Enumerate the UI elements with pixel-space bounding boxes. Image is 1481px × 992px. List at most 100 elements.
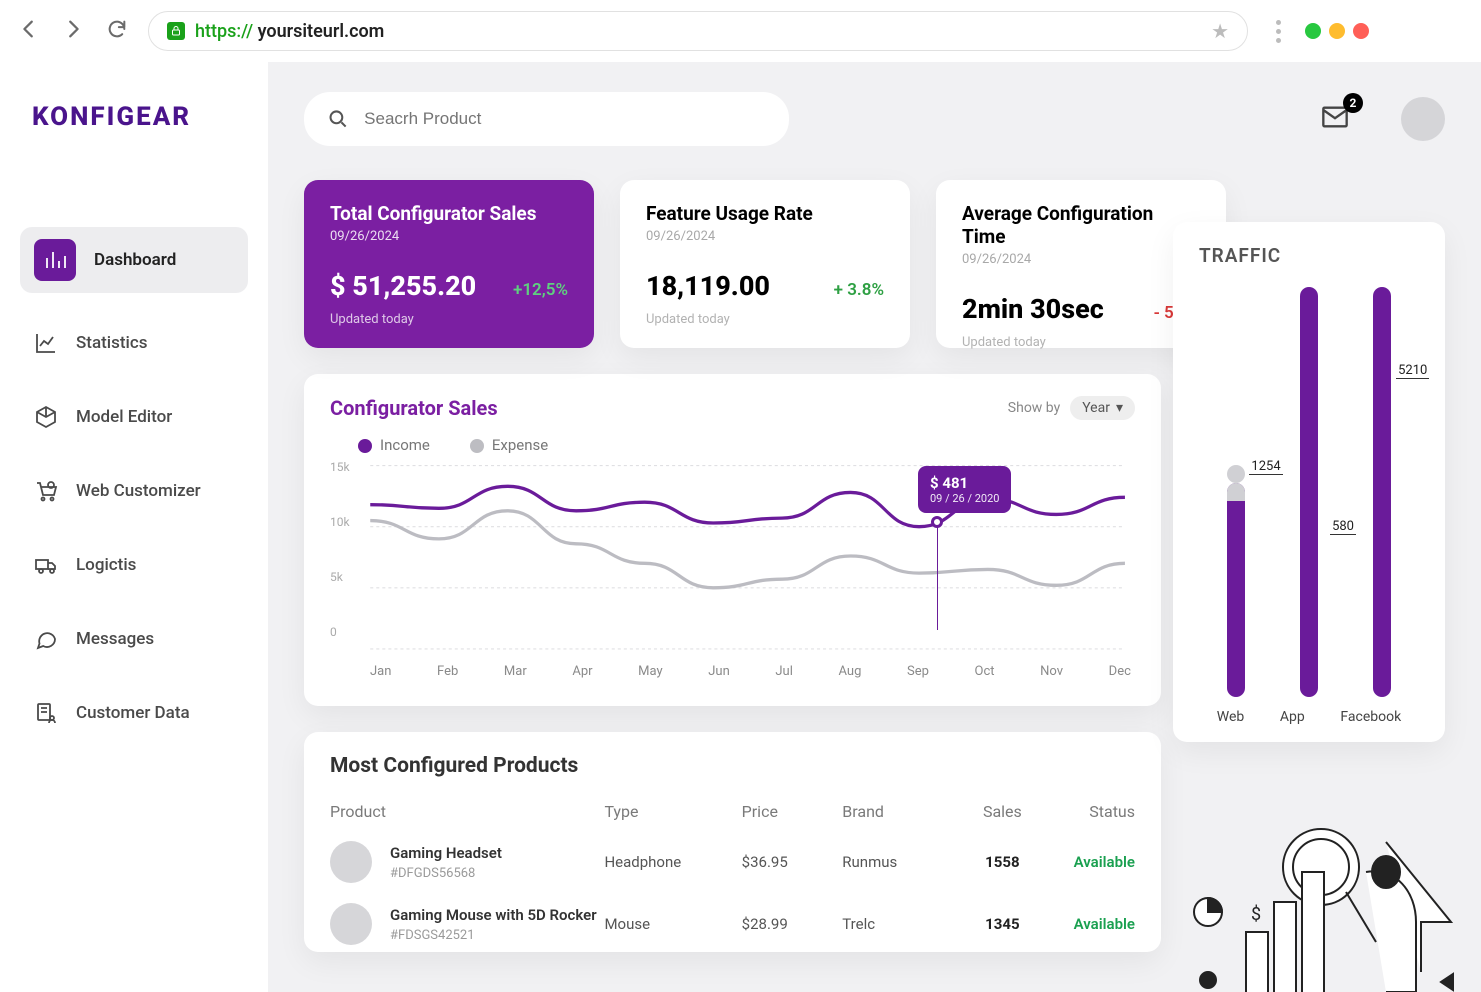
product-sku: #FDSGS42521 [390, 928, 597, 943]
chart-point-icon [931, 516, 943, 528]
sidebar-item-customer-data[interactable]: Customer Data [20, 689, 248, 737]
kpi-total-sales[interactable]: Total Configurator Sales 09/26/2024 $ 51… [304, 180, 594, 348]
truck-icon [34, 553, 58, 577]
legend-income: Income [358, 436, 430, 454]
chart-tooltip: $ 481 09 / 26 / 2020 [918, 466, 1011, 513]
svg-text:$: $ [1251, 904, 1261, 925]
kpi-value: 2min 30sec [962, 293, 1104, 325]
traffic-label: Facebook [1340, 709, 1401, 725]
kpi-date: 09/26/2024 [330, 229, 568, 244]
sidebar-item-dashboard[interactable]: Dashboard [20, 227, 248, 293]
product-sales: 1558 [952, 853, 1053, 871]
sidebar-item-messages[interactable]: Messages [20, 615, 248, 663]
kpi-value: 18,119.00 [646, 270, 770, 302]
chart-title: Configurator Sales [330, 396, 498, 420]
traffic-bar-facebook: 5210 [1373, 287, 1391, 697]
mail-button[interactable]: 2 [1317, 103, 1353, 135]
kpi-date: 09/26/2024 [646, 229, 884, 244]
col-type: Type [604, 802, 741, 821]
sidebar-item-web-customizer[interactable]: Web Customizer [20, 467, 248, 515]
products-title: Most Configured Products [330, 754, 1135, 778]
traffic-panel: TRAFFIC 1254 580 5210 [1173, 222, 1445, 742]
product-name: Gaming Mouse with 5D Rocker [390, 906, 597, 924]
traffic-label: Web [1217, 709, 1245, 725]
mail-count-badge: 2 [1343, 93, 1363, 113]
show-by-label: Show by [1008, 400, 1060, 416]
sidebar-item-label: Dashboard [94, 250, 176, 270]
chevron-down-icon: ▾ [1116, 400, 1123, 416]
document-user-icon [34, 701, 58, 725]
kpi-feature-usage[interactable]: Feature Usage Rate 09/26/2024 18,119.00 … [620, 180, 910, 348]
legend-expense: Expense [470, 436, 548, 454]
traffic-bar-web: 1254 [1227, 483, 1245, 697]
product-type: Mouse [604, 915, 741, 933]
sidebar-item-label: Model Editor [76, 407, 172, 427]
sidebar-item-label: Logictis [76, 555, 136, 575]
bookmark-star-icon[interactable]: ★ [1211, 19, 1229, 43]
traffic-value: 5210 [1396, 363, 1429, 379]
col-price: Price [742, 802, 843, 821]
product-price: $36.95 [742, 853, 843, 871]
sidebar-item-logistics[interactable]: Logictis [20, 541, 248, 589]
sidebar-item-label: Customer Data [76, 703, 190, 723]
product-thumb [330, 841, 372, 883]
address-bar[interactable]: https:// yoursiteurl.com ★ [148, 11, 1248, 51]
table-row[interactable]: Gaming Headset #DFGDS56568 Headphone $36… [330, 841, 1135, 883]
col-status: Status [1053, 802, 1135, 821]
chart-cursor [937, 520, 938, 630]
traffic-title: TRAFFIC [1199, 244, 1419, 267]
analytics-illustration: $ [1181, 812, 1471, 992]
kpi-updated: Updated today [646, 312, 884, 327]
col-product: Product [330, 802, 604, 821]
traffic-value: 580 [1330, 519, 1356, 535]
address-url: https:// yoursiteurl.com [195, 21, 384, 42]
sidebar-item-label: Web Customizer [76, 481, 201, 501]
products-card: Most Configured Products Product Type Pr… [304, 732, 1161, 952]
product-price: $28.99 [742, 915, 843, 933]
kpi-title: Feature Usage Rate [646, 202, 884, 225]
col-brand: Brand [842, 802, 952, 821]
traffic-bar-app: 580 [1300, 287, 1318, 697]
sidebar-item-statistics[interactable]: Statistics [20, 319, 248, 367]
search-input[interactable] [304, 92, 789, 146]
product-sales: 1345 [952, 915, 1053, 933]
chart-line-icon [34, 331, 58, 355]
traffic-label: App [1280, 709, 1305, 725]
product-sku: #DFGDS56568 [390, 866, 502, 881]
product-status: Available [1053, 915, 1135, 933]
kpi-updated: Updated today [962, 335, 1200, 350]
cube-icon [34, 405, 58, 429]
kpi-value: $ 51,255.20 [330, 270, 476, 302]
cart-gear-icon [34, 479, 58, 503]
kpi-change: + 3.8% [834, 280, 884, 300]
chat-bubble-icon [34, 627, 58, 651]
product-status: Available [1053, 853, 1135, 871]
chart-configurator-sales: Configurator Sales Show by Year ▾ Income… [304, 374, 1161, 706]
product-thumb [330, 903, 372, 945]
window-minimize-icon[interactable] [1305, 23, 1321, 39]
browser-menu-icon[interactable] [1276, 20, 1281, 43]
window-controls[interactable] [1305, 23, 1369, 39]
sidebar-item-model-editor[interactable]: Model Editor [20, 393, 248, 441]
kpi-updated: Updated today [330, 312, 568, 327]
sidebar-item-label: Messages [76, 629, 154, 649]
reload-icon[interactable] [106, 18, 128, 44]
traffic-value: 1254 [1249, 459, 1282, 475]
nav-forward-icon[interactable] [62, 18, 84, 44]
window-close-icon[interactable] [1353, 23, 1369, 39]
show-by-dropdown[interactable]: Year ▾ [1070, 396, 1135, 420]
window-maximize-icon[interactable] [1329, 23, 1345, 39]
product-brand: Trelc [842, 915, 952, 933]
search-icon [328, 108, 348, 130]
product-type: Headphone [604, 853, 741, 871]
avatar[interactable] [1401, 97, 1445, 141]
search-field[interactable] [364, 109, 765, 129]
nav-back-icon[interactable] [18, 18, 40, 44]
product-brand: Runmus [842, 853, 952, 871]
kpi-change: +12,5% [513, 280, 568, 300]
table-row[interactable]: Gaming Mouse with 5D Rocker #FDSGS42521 … [330, 903, 1135, 945]
product-name: Gaming Headset [390, 844, 502, 862]
ssl-lock-icon [167, 22, 185, 40]
brand-logo: KONFIGEAR [32, 102, 248, 132]
col-sales: Sales [952, 802, 1053, 821]
